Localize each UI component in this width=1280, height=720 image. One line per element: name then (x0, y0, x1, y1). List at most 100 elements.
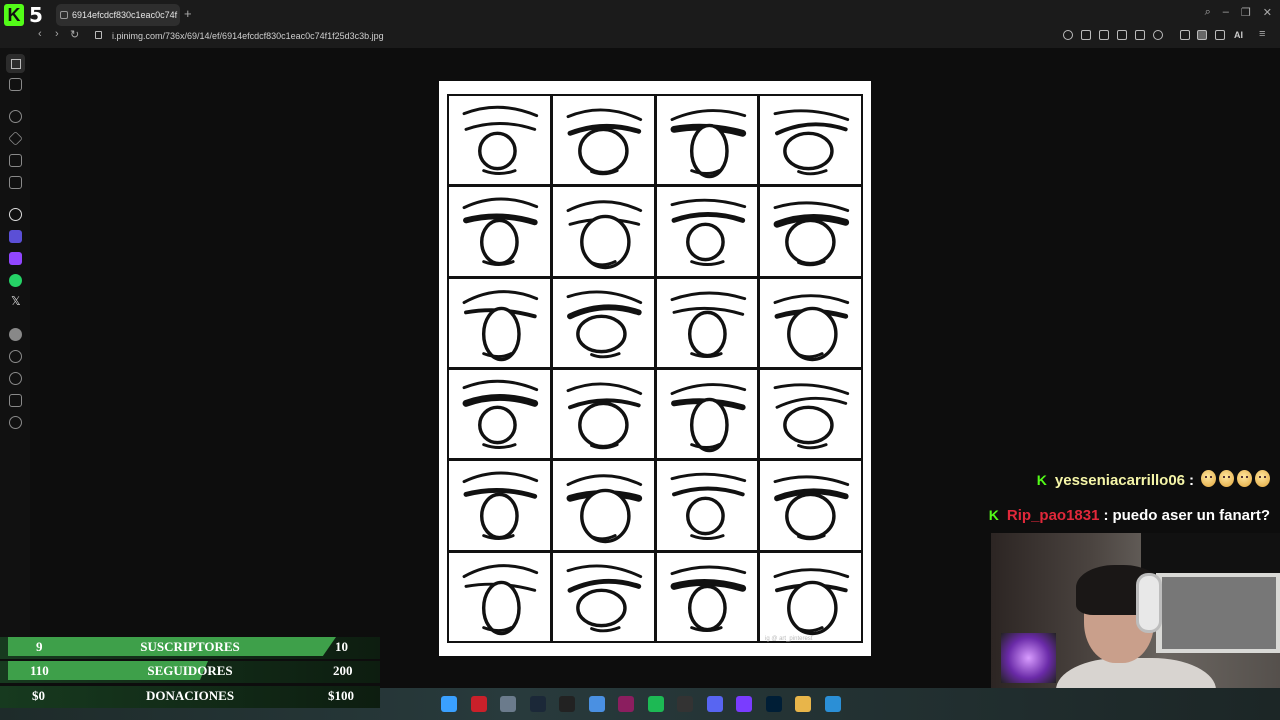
close-button[interactable]: ✕ (1263, 6, 1272, 19)
emoji-icon (1237, 469, 1252, 487)
eye-drawing (656, 370, 758, 459)
browser-tab[interactable]: 6914efcdcf830c1eac0c74f (56, 4, 180, 26)
spotify-icon[interactable] (647, 696, 664, 712)
eye-drawing (760, 278, 861, 367)
stat-goal: $100 (328, 688, 354, 703)
shield-icon[interactable] (1117, 30, 1127, 40)
logo-five: 5 (29, 3, 43, 27)
address-bar[interactable]: i.pinimg.com/736x/69/14/ef/6914efcdcf830… (112, 31, 384, 41)
new-tab-button[interactable]: + (184, 6, 192, 21)
eye-drawing (760, 461, 861, 550)
eye-drawing (552, 461, 654, 550)
paint-icon[interactable] (824, 696, 841, 712)
eye-drawing (552, 187, 654, 276)
heart-icon[interactable] (9, 350, 22, 363)
eye-drawing (760, 96, 861, 185)
image-icon[interactable] (9, 154, 22, 167)
eye-drawing (552, 552, 654, 641)
stat-goal: 10 (335, 639, 348, 654)
x-icon[interactable]: 𝕏 (11, 294, 21, 308)
chat-separator: : (1189, 471, 1194, 489)
chat-emojis (1198, 469, 1270, 491)
eye-drawing (656, 187, 758, 276)
browser-sidebar: 𝕏 (0, 48, 30, 638)
eye-drawing (449, 461, 550, 550)
chat-message: K yesseniacarrillo06 : (1037, 468, 1270, 492)
screenshot-icon[interactable] (1099, 30, 1109, 40)
back-icon[interactable]: ‹ (38, 28, 42, 40)
download-icon[interactable] (1215, 30, 1225, 40)
chatgpt-icon[interactable] (9, 208, 22, 221)
eye-drawing (449, 278, 550, 367)
pin-icon[interactable] (1081, 30, 1091, 40)
chat-text: puedo aser un fanart? (1112, 506, 1270, 524)
twitch-icon[interactable] (9, 252, 22, 265)
headset-icon (1136, 573, 1162, 633)
stat-goal: 200 (333, 663, 353, 678)
eye-drawing (656, 96, 758, 185)
eye-drawing (656, 278, 758, 367)
chat-username: Rip_pao1831 (1006, 506, 1100, 524)
stat-subscribers: 9 SUSCRIPTORES 10 (0, 637, 380, 659)
heart-icon[interactable] (1153, 30, 1163, 40)
restore-button[interactable]: ❐ (1241, 6, 1251, 19)
stat-donations: $0 DONACIONES $100 (0, 686, 380, 708)
eye-drawing (760, 370, 861, 459)
spotify-icon[interactable] (9, 328, 22, 341)
store-icon[interactable] (500, 696, 516, 712)
eye-drawing (449, 370, 550, 459)
stat-current: 9 (36, 639, 43, 654)
app-icon[interactable] (736, 696, 752, 712)
eye-drawing (552, 278, 654, 367)
play-icon[interactable] (1135, 30, 1145, 40)
history-icon[interactable] (9, 372, 22, 385)
eye-drawing (449, 96, 550, 185)
chat-username: yesseniacarrillo06 (1054, 471, 1185, 489)
eye-drawing (449, 187, 550, 276)
chat-message: K Rip_pao1831 : puedo aser un fanart? (989, 503, 1270, 527)
home-icon[interactable] (6, 54, 25, 73)
discord-icon[interactable] (706, 696, 723, 712)
obs-icon[interactable] (677, 696, 693, 712)
image-watermark: ig @ art_pinterest (765, 636, 813, 642)
diamond-icon[interactable] (8, 131, 23, 146)
file-explorer-icon[interactable] (470, 696, 487, 712)
window-controls: ⌕ – ❐ ✕ (1205, 6, 1272, 19)
search-icon[interactable]: ⌕ (1205, 6, 1211, 19)
photoshop-icon[interactable] (765, 696, 782, 712)
minimize-button[interactable]: – (1223, 6, 1229, 19)
tiktok-icon[interactable] (559, 696, 575, 712)
eye-drawing (449, 552, 550, 641)
folder-icon[interactable] (795, 696, 811, 712)
ai-button[interactable]: AI (1234, 30, 1243, 40)
webcam-purple-light (1001, 633, 1056, 683)
menu-icon[interactable]: ≡ (1259, 28, 1265, 40)
eye-drawing (656, 552, 758, 641)
stat-label: SUSCRIPTORES (140, 639, 240, 654)
files-icon[interactable] (588, 696, 605, 712)
forward-icon[interactable]: › (55, 28, 59, 40)
extensions-icon[interactable] (1180, 30, 1190, 40)
browser-top-bar: K 5 6914efcdcf830c1eac0c74f + ⌕ – ❐ ✕ ‹ … (0, 0, 1280, 48)
stat-current: 110 (30, 663, 49, 678)
eye-drawing (760, 187, 861, 276)
address-row: ‹ › ↻ i.pinimg.com/736x/69/14/ef/6914efc… (0, 28, 1280, 46)
gamepad-icon[interactable] (9, 78, 22, 91)
copilot-icon[interactable] (9, 230, 22, 243)
steam-icon[interactable] (529, 696, 546, 712)
whatsapp-icon[interactable] (9, 274, 22, 287)
extensions-icon[interactable] (9, 394, 22, 407)
reload-icon[interactable]: ↻ (70, 28, 79, 41)
logo-k: K (4, 4, 24, 26)
windows-start-icon[interactable] (441, 696, 457, 712)
emoji-icon (1201, 469, 1216, 487)
eye-drawings-grid (447, 94, 863, 643)
emoji-icon (1219, 469, 1234, 487)
settings-icon[interactable] (9, 416, 22, 429)
eye-icon[interactable] (9, 110, 22, 123)
profile-icon[interactable] (1197, 30, 1207, 40)
krita-icon[interactable] (618, 696, 634, 712)
kick-badge-icon: K (988, 507, 999, 523)
camera-icon[interactable] (9, 176, 22, 189)
zoom-out-icon[interactable] (1063, 30, 1073, 40)
